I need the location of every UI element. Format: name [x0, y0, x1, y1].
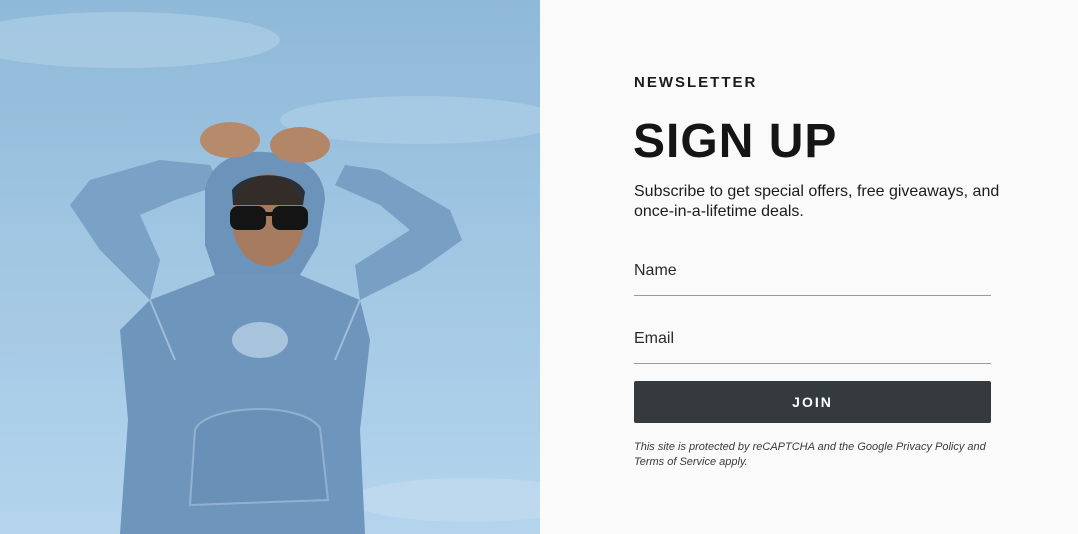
email-input[interactable] — [634, 324, 991, 363]
signup-panel: NEWSLETTER SIGN UP Subscribe to get spec… — [540, 0, 1078, 534]
email-field — [634, 324, 991, 364]
signup-title: SIGN UP — [633, 115, 838, 168]
recaptcha-notice: This site is protected by reCAPTCHA and … — [634, 440, 994, 470]
legal-suffix: apply. — [716, 456, 748, 468]
legal-prefix: This site is protected by reCAPTCHA and … — [634, 441, 896, 453]
hoodie-model-illustration — [0, 12, 540, 534]
name-input[interactable] — [634, 256, 991, 295]
hero-photo — [0, 0, 540, 534]
name-field — [634, 256, 991, 296]
privacy-policy-link[interactable]: Privacy Policy — [896, 441, 964, 453]
newsletter-modal: NEWSLETTER SIGN UP Subscribe to get spec… — [0, 0, 1078, 534]
join-button[interactable]: JOIN — [634, 381, 991, 423]
terms-of-service-link[interactable]: Terms of Service — [634, 456, 716, 468]
newsletter-eyebrow: NEWSLETTER — [634, 74, 758, 91]
legal-and: and — [964, 441, 986, 453]
signup-subtitle: Subscribe to get special offers, free gi… — [634, 183, 1000, 220]
